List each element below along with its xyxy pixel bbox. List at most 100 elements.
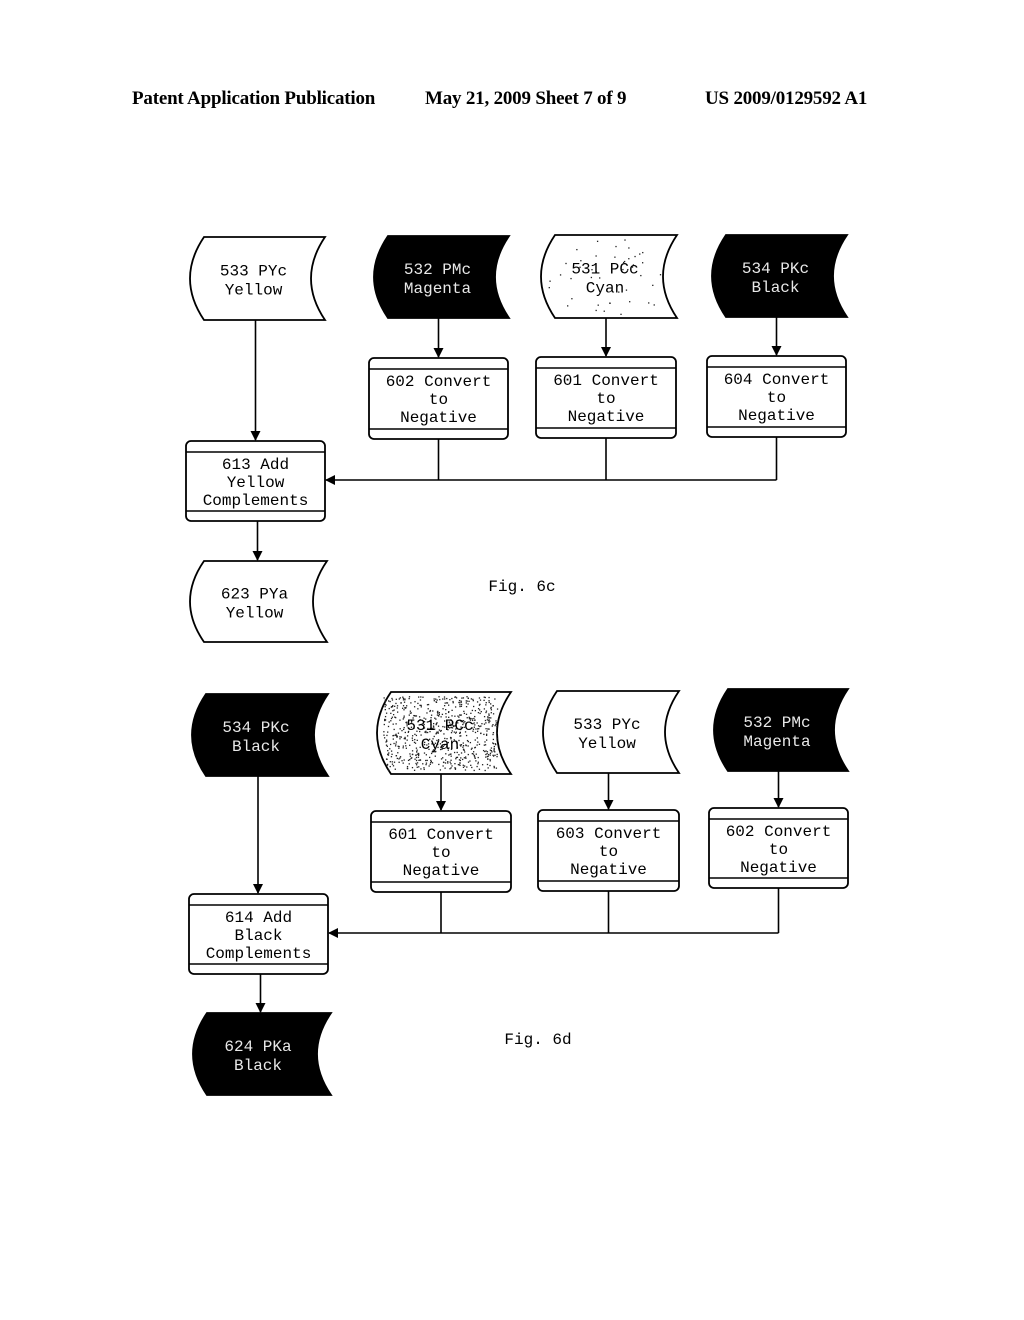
speckle-dot [385,712,388,714]
speckle-dot [399,697,401,699]
speckle-dot [477,761,479,763]
data-label-line1: 531 PCc [571,261,638,279]
speckle-dot [485,704,487,706]
speckle-dot [415,762,417,765]
data-label-line1: 533 PYc [573,716,640,734]
speckle-dot [488,728,490,730]
data-label-line2: Yellow [226,605,284,623]
data-label-line2: Yellow [578,735,636,753]
speckle-dot [460,735,462,737]
speckle-dot [401,707,404,709]
speckle-dot [389,748,391,750]
speckle-dot [396,757,398,760]
speckle-dot [427,708,429,710]
process-label-line3: Complements [206,945,312,963]
speckle-dot [641,262,644,264]
speckle-dot [460,757,462,759]
speckle-dot [483,708,486,710]
speckle-dot [467,697,469,700]
speckle-dot [403,726,405,729]
speckle-dot [493,747,495,750]
speckle-dot [466,700,468,702]
speckle-dot [445,713,447,715]
speckle-dot [596,240,599,243]
speckle-dot [384,699,387,701]
speckle-dot [395,755,397,757]
input-data-533: 533 PYcYellow [189,236,327,321]
speckle-dot [394,716,396,718]
speckle-dot [439,769,442,771]
speckle-dot [471,766,473,769]
speckle-dot [406,735,409,737]
speckle-dot [408,696,411,698]
speckle-dot [472,751,475,753]
speckle-dot [473,705,475,708]
speckle-dot [474,756,476,758]
process-label-line3: Negative [400,409,477,427]
speckle-dot [426,759,428,762]
speckle-dot [487,720,490,722]
speckle-dot [489,752,492,754]
speckle-dot [417,702,419,705]
figure-caption: Fig. 6d [504,1031,571,1049]
speckle-dot [406,705,408,707]
speckle-dot [396,711,399,713]
speckle-dot [390,750,393,752]
speckle-dot [435,701,437,703]
speckle-dot [409,755,412,757]
speckle-dot [491,751,493,753]
speckle-dot [462,746,464,748]
speckle-dot [467,745,469,747]
speckle-dot [401,760,403,762]
data-label-line1: 531 PCc [406,717,473,735]
process-label-line3: Negative [740,859,817,877]
speckle-dot [384,715,387,718]
data-label-line2: Yellow [225,282,283,300]
speckle-dot [490,709,493,711]
speckle-dot [430,714,433,716]
speckle-dot [395,743,397,745]
speckle-dot [401,729,403,732]
speckle-dot [387,700,390,702]
speckle-dot [383,734,385,736]
process-label-line1: 613 Add [222,456,289,474]
speckle-dot [436,699,438,701]
speckle-dot [489,754,491,756]
speckle-dot [385,741,387,743]
speckle-dot [416,739,418,741]
speckle-dot [438,696,440,698]
speckle-dot [395,733,397,735]
speckle-dot [442,708,444,710]
speckle-dot [383,697,385,699]
speckle-dot [484,719,487,722]
data-label-line2: Cyan [586,280,624,298]
speckle-dot [466,766,468,768]
speckle-dot [634,255,636,258]
speckle-dot [416,753,419,755]
speckle-dot [402,728,405,731]
speckle-dot [474,719,476,721]
speckle-dot [410,702,412,704]
convert-to-negative-box: 601 ConverttoNegative [535,356,677,439]
speckle-dot [483,715,486,718]
speckle-dot [464,751,466,753]
speckle-dot [450,759,452,761]
data-label-line2: Black [751,279,799,297]
input-data-534: 534 PKcBlack [711,234,849,318]
speckle-dot [464,756,467,758]
speckle-dot [444,767,446,769]
process-label-line1: 601 Convert [553,372,659,390]
speckle-dot [462,697,465,699]
speckle-dot [659,274,662,276]
speckle-dot [652,284,654,287]
speckle-dot [492,705,494,707]
speckle-dot [464,765,466,767]
speckle-dot [470,712,472,714]
process-label-line1: 602 Convert [386,373,492,391]
speckle-dot [486,730,488,732]
speckle-dot [465,744,467,746]
speckle-dot [451,709,453,712]
flowchart-figures: 533 PYcYellow532 PMcMagenta531 PCcCyan53… [185,234,850,1096]
process-label-line2: to [767,389,786,407]
speckle-dot [444,762,447,764]
